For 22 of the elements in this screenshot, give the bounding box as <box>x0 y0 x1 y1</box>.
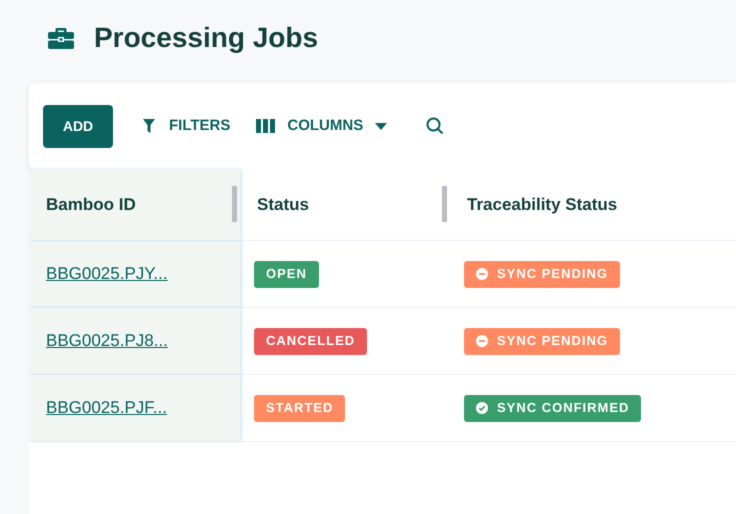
columns-icon <box>256 119 276 133</box>
minus-circle-icon <box>476 335 488 347</box>
traceability-label: SYNC CONFIRMED <box>497 399 630 418</box>
column-header: Status <box>257 194 309 216</box>
status-badge: OPEN <box>254 260 319 288</box>
check-circle-icon <box>476 402 488 414</box>
briefcase-icon <box>48 27 74 49</box>
search-button[interactable] <box>425 116 446 136</box>
filters-button[interactable]: FILTERS <box>141 114 232 138</box>
column-header: Traceability Status <box>467 194 618 216</box>
page-title: Processing Jobs <box>94 21 318 55</box>
caret-icon <box>375 122 388 130</box>
status-badge: CANCELLED <box>254 328 368 354</box>
column-header: Bamboo ID <box>46 194 136 216</box>
add-button[interactable]: ADD <box>43 104 113 148</box>
filter-icon <box>143 119 155 133</box>
search-icon <box>426 117 444 135</box>
minus-circle-icon <box>476 268 488 280</box>
status-badge: STARTED <box>254 394 346 422</box>
columns-button[interactable]: COLUMNS <box>256 114 388 138</box>
traceability-label: SYNC PENDING <box>497 332 608 350</box>
traceability-label: SYNC PENDING <box>497 265 608 284</box>
